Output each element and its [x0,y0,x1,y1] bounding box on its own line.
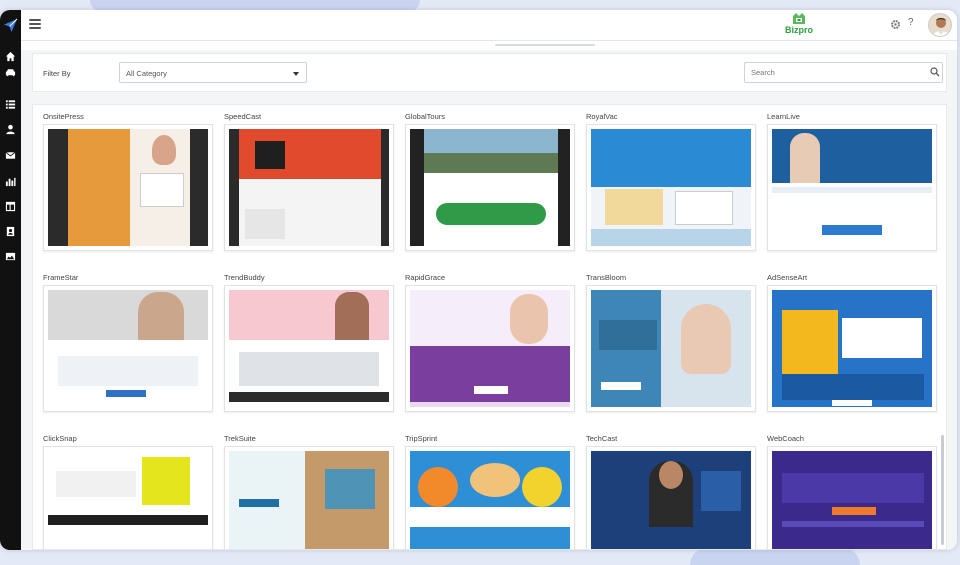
template-preview [48,290,208,407]
template-thumbnail[interactable] [586,285,756,412]
template-thumbnail[interactable] [224,285,394,412]
template-preview [591,451,751,549]
template-card[interactable]: AdSenseArt [767,273,937,412]
template-thumbnail[interactable] [43,446,213,549]
avatar[interactable] [928,13,952,37]
template-grid: OnsitePress SpeedCast GlobalTours RoyalV… [32,104,947,550]
template-name: TrekSuite [224,434,256,443]
template-preview [229,290,389,407]
template-preview [229,129,389,246]
sidebar [0,10,21,550]
template-preview [772,451,932,549]
template-card[interactable]: SpeedCast [224,112,394,251]
user-icon[interactable] [4,123,17,136]
search-input[interactable] [744,62,943,83]
send-logo-icon[interactable] [3,18,18,33]
scroll-handle[interactable] [495,44,595,46]
template-name: ClickSnap [43,434,77,443]
template-name: AdSenseArt [767,273,808,282]
template-name: WebCoach [767,434,804,443]
template-name: RapidGrace [405,273,446,282]
template-preview [410,451,570,549]
template-thumbnail[interactable] [767,446,937,549]
app-window: Bizpro ? Filter By All Category OnsitePr… [0,10,957,550]
template-thumbnail[interactable] [43,124,213,251]
template-preview [410,129,570,246]
template-preview [772,129,932,246]
template-name: TrendBuddy [224,273,265,282]
main-content: Filter By All Category OnsitePress [21,50,957,550]
template-preview [591,290,751,407]
template-card[interactable]: OnsitePress [43,112,213,251]
template-thumbnail[interactable] [405,446,575,549]
template-preview [591,129,751,246]
filter-bar: Filter By All Category [32,53,947,92]
template-card[interactable]: GlobalTours [405,112,575,251]
template-preview [48,451,208,549]
brand-logo-icon [793,13,805,24]
chart-icon[interactable] [4,175,17,188]
template-card[interactable]: TripSprint [405,434,575,549]
template-thumbnail[interactable] [224,124,394,251]
template-preview [229,451,389,549]
category-select-value: All Category [126,69,167,78]
template-card[interactable]: LearnLive [767,112,937,251]
template-name: TransBloom [586,273,627,282]
template-thumbnail[interactable] [224,446,394,549]
search-icon[interactable] [930,67,940,77]
template-card[interactable]: TrekSuite [224,434,394,549]
template-thumbnail[interactable] [767,124,937,251]
home-icon[interactable] [4,50,17,63]
template-card[interactable]: WebCoach [767,434,937,549]
template-name: TripSprint [405,434,438,443]
category-select[interactable]: All Category [119,62,307,83]
template-card[interactable]: TechCast [586,434,756,549]
template-card[interactable]: ClickSnap [43,434,213,549]
top-bar: Bizpro ? [21,10,957,41]
layout-icon[interactable] [4,200,17,213]
template-name: OnsitePress [43,112,84,121]
template-preview [772,290,932,407]
hamburger-menu-icon[interactable] [29,19,41,29]
filter-label: Filter By [43,69,71,78]
image-icon[interactable] [4,250,17,263]
gear-icon[interactable] [890,19,901,30]
template-thumbnail[interactable] [586,124,756,251]
car-icon[interactable] [4,66,17,79]
brand-logo[interactable]: Bizpro [784,12,814,38]
template-card[interactable]: FrameStar [43,273,213,412]
template-card[interactable]: RapidGrace [405,273,575,412]
brand-name: Bizpro [785,25,813,35]
grid-scrollbar[interactable] [941,435,944,545]
template-card[interactable]: TransBloom [586,273,756,412]
template-preview [48,129,208,246]
template-card[interactable]: TrendBuddy [224,273,394,412]
mail-icon[interactable] [4,149,17,162]
background-shape-bottom [690,548,860,565]
chevron-down-icon [293,72,299,76]
contact-icon[interactable] [4,225,17,238]
template-name: TechCast [586,434,618,443]
template-thumbnail[interactable] [43,285,213,412]
list-icon[interactable] [4,98,17,111]
template-name: GlobalTours [405,112,446,121]
help-icon[interactable]: ? [908,17,914,28]
template-card[interactable]: RoyalVac [586,112,756,251]
avatar-person-icon [929,14,951,36]
template-thumbnail[interactable] [405,124,575,251]
template-thumbnail[interactable] [586,446,756,549]
template-name: FrameStar [43,273,79,282]
template-name: SpeedCast [224,112,262,121]
template-name: LearnLive [767,112,800,121]
template-preview [410,290,570,407]
template-name: RoyalVac [586,112,618,121]
template-thumbnail[interactable] [767,285,937,412]
template-thumbnail[interactable] [405,285,575,412]
